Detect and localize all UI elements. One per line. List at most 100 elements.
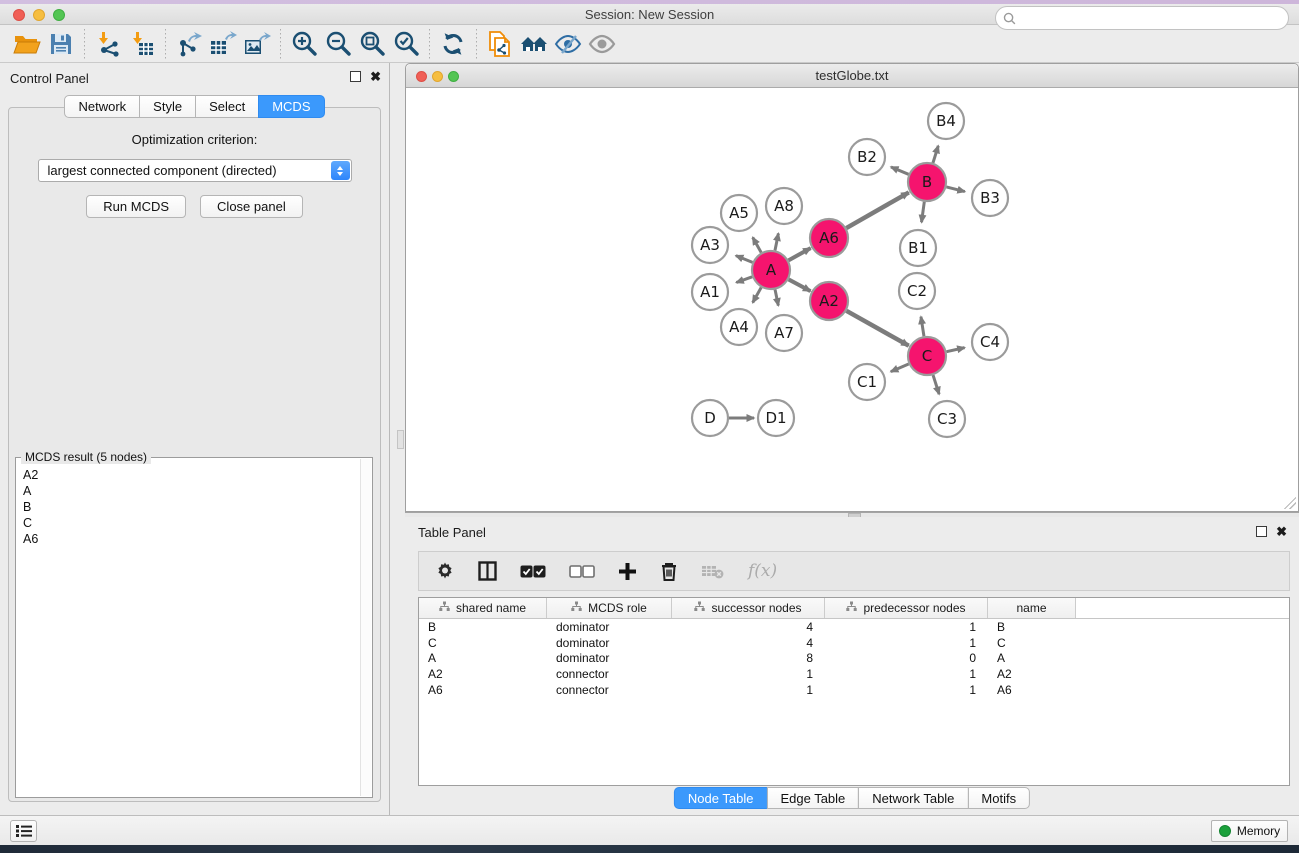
list-item[interactable]: A xyxy=(23,483,372,499)
tab-node-table[interactable]: Node Table xyxy=(674,787,768,809)
edge-A-A6[interactable] xyxy=(789,248,811,260)
node-A[interactable]: A xyxy=(752,251,790,289)
node-A3[interactable]: A3 xyxy=(692,227,728,263)
node-C2[interactable]: C2 xyxy=(899,273,935,309)
zoom-fit-icon[interactable] xyxy=(355,29,389,59)
node-A1[interactable]: A1 xyxy=(692,274,728,310)
list-item[interactable]: C xyxy=(23,515,372,531)
node-C4[interactable]: C4 xyxy=(972,324,1008,360)
search-input[interactable] xyxy=(1021,11,1271,25)
delete-column-icon[interactable] xyxy=(660,561,678,582)
edge-A-A5[interactable] xyxy=(753,237,762,252)
node-B2[interactable]: B2 xyxy=(849,139,885,175)
list-item[interactable]: B xyxy=(23,499,372,515)
edge-A-A8[interactable] xyxy=(775,233,778,250)
run-mcds-button[interactable]: Run MCDS xyxy=(86,195,186,218)
tab-style[interactable]: Style xyxy=(139,95,196,118)
node-A6[interactable]: A6 xyxy=(810,219,848,257)
edge-A2-C[interactable] xyxy=(846,311,908,346)
column-header-name[interactable]: name xyxy=(988,598,1076,618)
memory-button[interactable]: Memory xyxy=(1211,820,1288,842)
list-item[interactable]: A2 xyxy=(23,467,372,483)
select-all-checkboxes-icon[interactable] xyxy=(520,565,546,578)
edge-B-B1[interactable] xyxy=(922,202,925,222)
scrollbar-track[interactable] xyxy=(360,459,371,796)
import-table-icon[interactable] xyxy=(125,29,159,59)
tab-mcds[interactable]: MCDS xyxy=(258,95,324,118)
table-row[interactable]: Bdominator41B xyxy=(419,619,1289,635)
float-table-panel-icon[interactable] xyxy=(1256,526,1267,537)
edge-C-C4[interactable] xyxy=(947,348,965,352)
node-A2[interactable]: A2 xyxy=(810,282,848,320)
duplicate-network-icon[interactable] xyxy=(483,29,517,59)
table-row[interactable]: A2connector11A2 xyxy=(419,666,1289,682)
node-D[interactable]: D xyxy=(692,400,728,436)
tab-edge-table[interactable]: Edge Table xyxy=(766,787,859,809)
edge-C-C1[interactable] xyxy=(891,364,909,372)
column-header-shared-name[interactable]: shared name xyxy=(419,598,547,618)
tab-network-table[interactable]: Network Table xyxy=(858,787,968,809)
network-canvas[interactable]: B4 B2 B B3 A8A5 A6 A3 B1 A A1 C2 A2 A4A7 C4 C C1 C3 D D1 xyxy=(406,88,1298,511)
show-all-networks-icon[interactable] xyxy=(517,29,551,59)
node-A4[interactable]: A4 xyxy=(721,309,757,345)
resize-grip-icon[interactable] xyxy=(1284,497,1296,509)
edge-C-C3[interactable] xyxy=(933,375,939,394)
zoom-selected-icon[interactable] xyxy=(389,29,423,59)
node-C3[interactable]: C3 xyxy=(929,401,965,437)
table-options-gear-icon[interactable] xyxy=(435,561,455,581)
node-B4[interactable]: B4 xyxy=(928,103,964,139)
export-table-icon[interactable] xyxy=(206,29,240,59)
edge-A6-B[interactable] xyxy=(846,192,908,228)
network-window-titlebar[interactable]: testGlobe.txt xyxy=(406,64,1298,88)
edge-B-B2[interactable] xyxy=(891,167,909,174)
edge-A-A1[interactable] xyxy=(736,277,752,283)
table-row[interactable]: Adominator80A xyxy=(419,651,1289,667)
close-panel-button[interactable]: Close panel xyxy=(200,195,303,218)
node-A7[interactable]: A7 xyxy=(766,315,802,351)
node-C[interactable]: C xyxy=(908,337,946,375)
edge-A-A2[interactable] xyxy=(789,279,811,291)
node-A5[interactable]: A5 xyxy=(721,195,757,231)
node-B3[interactable]: B3 xyxy=(972,180,1008,216)
column-header-successor-nodes[interactable]: successor nodes xyxy=(672,598,825,618)
close-table-panel-icon[interactable]: ✖ xyxy=(1276,526,1287,537)
deselect-all-checkboxes-icon[interactable] xyxy=(569,565,595,578)
column-header-predecessor-nodes[interactable]: predecessor nodes xyxy=(825,598,988,618)
close-panel-icon[interactable]: ✖ xyxy=(370,71,381,82)
show-column-icon[interactable] xyxy=(478,561,497,581)
table-row[interactable]: Cdominator41C xyxy=(419,635,1289,651)
edge-B-B3[interactable] xyxy=(946,187,964,192)
import-network-icon[interactable] xyxy=(91,29,125,59)
zoom-out-icon[interactable] xyxy=(321,29,355,59)
edge-C-C2[interactable] xyxy=(921,317,924,337)
mcds-result-list[interactable]: A2ABCA6 xyxy=(16,458,372,547)
edge-A-A3[interactable] xyxy=(736,256,753,263)
edge-A-A4[interactable] xyxy=(753,287,762,302)
column-header-mcds-role[interactable]: MCDS role xyxy=(547,598,672,618)
edge-A-A7[interactable] xyxy=(775,290,778,306)
tab-select[interactable]: Select xyxy=(195,95,259,118)
export-network-icon[interactable] xyxy=(172,29,206,59)
node-D1[interactable]: D1 xyxy=(758,400,794,436)
edge-B-B4[interactable] xyxy=(933,146,938,163)
vertical-splitter-handle[interactable] xyxy=(397,430,404,449)
node-B1[interactable]: B1 xyxy=(900,230,936,266)
node-B[interactable]: B xyxy=(908,163,946,201)
float-panel-icon[interactable] xyxy=(350,71,361,82)
criterion-dropdown[interactable]: largest connected component (directed) xyxy=(38,159,352,182)
show-selected-eye-icon[interactable] xyxy=(585,29,619,59)
tab-motifs[interactable]: Motifs xyxy=(967,787,1030,809)
list-item[interactable]: A6 xyxy=(23,531,372,547)
node-A8[interactable]: A8 xyxy=(766,188,802,224)
task-history-button[interactable] xyxy=(10,820,37,842)
toolbar-search-box[interactable] xyxy=(995,6,1289,30)
add-column-icon[interactable] xyxy=(618,562,637,581)
save-session-icon[interactable] xyxy=(44,29,78,59)
node-C1[interactable]: C1 xyxy=(849,364,885,400)
zoom-in-icon[interactable] xyxy=(287,29,321,59)
tab-network[interactable]: Network xyxy=(64,95,140,118)
export-image-icon[interactable] xyxy=(240,29,274,59)
hide-selected-eye-icon[interactable] xyxy=(551,29,585,59)
table-row[interactable]: A6connector11A6 xyxy=(419,682,1289,698)
refresh-icon[interactable] xyxy=(436,29,470,59)
